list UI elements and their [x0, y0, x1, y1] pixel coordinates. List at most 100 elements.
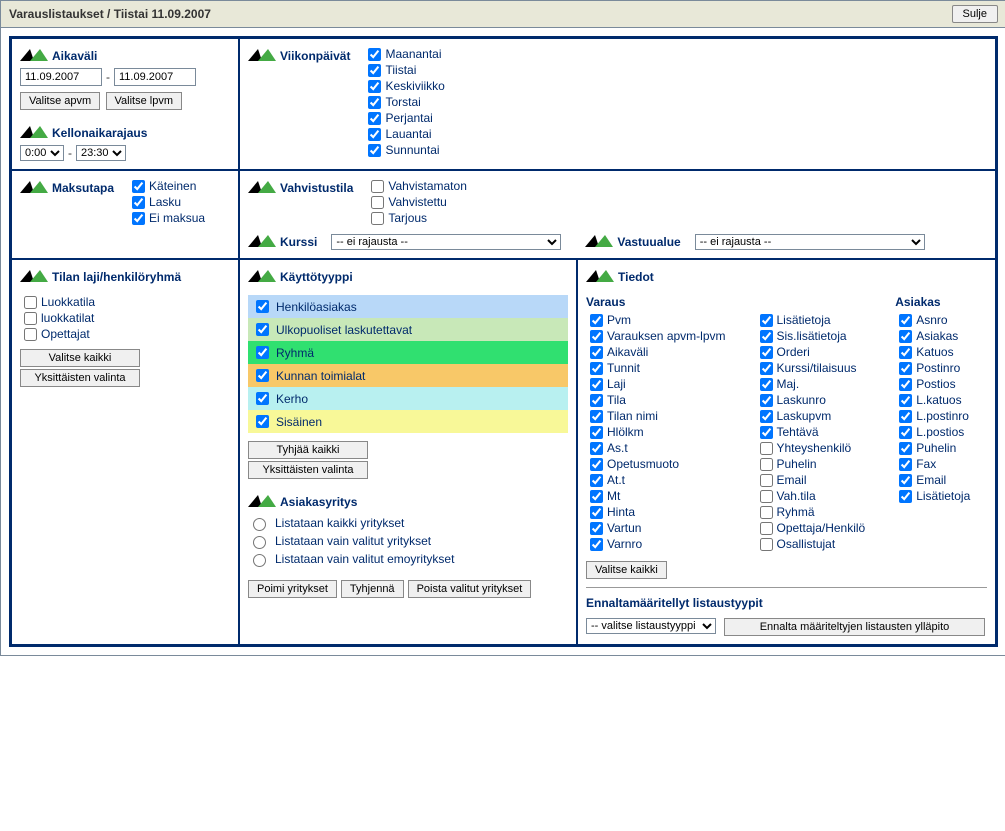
checkbox[interactable] [256, 415, 269, 428]
checkbox-row[interactable]: Fax [899, 457, 970, 471]
checkbox[interactable] [760, 474, 773, 487]
checkbox[interactable] [590, 426, 603, 439]
checkbox-row[interactable]: Sisäinen [248, 410, 568, 433]
checkbox[interactable] [760, 442, 773, 455]
checkbox-row[interactable]: Tunnit [590, 361, 726, 375]
checkbox-row[interactable]: Ryhmä [760, 505, 866, 519]
checkbox-row[interactable]: Ryhmä [248, 341, 568, 364]
checkbox-row[interactable]: Lauantai [368, 127, 444, 141]
checkbox[interactable] [590, 394, 603, 407]
poimi-yritykset-button[interactable]: Poimi yritykset [248, 580, 337, 598]
checkbox[interactable] [368, 48, 381, 61]
checkbox[interactable] [256, 300, 269, 313]
checkbox-row[interactable]: At.t [590, 473, 726, 487]
checkbox[interactable] [132, 180, 145, 193]
radio-row[interactable]: Listataan kaikki yritykset [248, 514, 568, 532]
checkbox[interactable] [760, 538, 773, 551]
checkbox[interactable] [256, 369, 269, 382]
date-from-input[interactable] [20, 68, 102, 86]
checkbox[interactable] [368, 144, 381, 157]
checkbox[interactable] [368, 64, 381, 77]
checkbox[interactable] [590, 506, 603, 519]
checkbox-row[interactable]: Maj. [760, 377, 866, 391]
checkbox-row[interactable]: Email [760, 473, 866, 487]
checkbox[interactable] [590, 378, 603, 391]
checkbox[interactable] [368, 128, 381, 141]
checkbox-row[interactable]: Kunnan toimialat [248, 364, 568, 387]
checkbox-row[interactable]: Katuos [899, 345, 970, 359]
checkbox[interactable] [590, 538, 603, 551]
checkbox-row[interactable]: Ei maksua [132, 211, 205, 225]
checkbox-row[interactable]: Ulkopuoliset laskutettavat [248, 318, 568, 341]
checkbox[interactable] [760, 330, 773, 343]
checkbox-row[interactable]: Tilan nimi [590, 409, 726, 423]
valitse-lpvm-button[interactable]: Valitse lpvm [106, 92, 182, 110]
predef-yllapito-button[interactable]: Ennalta määriteltyjen listausten ylläpit… [724, 618, 985, 636]
radio-row[interactable]: Listataan vain valitut emoyritykset [248, 550, 568, 568]
checkbox-row[interactable]: Vartun [590, 521, 726, 535]
checkbox[interactable] [760, 346, 773, 359]
checkbox[interactable] [368, 80, 381, 93]
time-from-select[interactable]: 0:00 [20, 145, 64, 161]
checkbox[interactable] [368, 112, 381, 125]
radio[interactable] [253, 536, 266, 549]
checkbox-row[interactable]: Opetusmuoto [590, 457, 726, 471]
kurssi-select[interactable]: -- ei rajausta -- [331, 234, 561, 250]
time-to-select[interactable]: 23:30 [76, 145, 126, 161]
checkbox-row[interactable]: Tila [590, 393, 726, 407]
checkbox-row[interactable]: Pvm [590, 313, 726, 327]
checkbox[interactable] [590, 330, 603, 343]
checkbox-row[interactable]: Perjantai [368, 111, 444, 125]
checkbox[interactable] [760, 522, 773, 535]
checkbox-row[interactable]: L.postinro [899, 409, 970, 423]
checkbox-row[interactable]: Aikaväli [590, 345, 726, 359]
checkbox-row[interactable]: Vah.tila [760, 489, 866, 503]
checkbox[interactable] [899, 330, 912, 343]
checkbox-row[interactable]: Varauksen apvm-lpvm [590, 329, 726, 343]
checkbox[interactable] [590, 362, 603, 375]
checkbox-row[interactable]: Asnro [899, 313, 970, 327]
radio-row[interactable]: Listataan vain valitut yritykset [248, 532, 568, 550]
checkbox-row[interactable]: Keskiviikko [368, 79, 444, 93]
checkbox[interactable] [24, 328, 37, 341]
checkbox-row[interactable]: Luokkatila [24, 295, 230, 309]
checkbox[interactable] [368, 96, 381, 109]
checkbox[interactable] [899, 458, 912, 471]
checkbox-row[interactable]: Maanantai [368, 47, 444, 61]
listaustyyppi-select[interactable]: -- valitse listaustyyppi -- [586, 618, 716, 634]
checkbox-row[interactable]: L.postios [899, 425, 970, 439]
checkbox-row[interactable]: Tarjous [371, 211, 467, 225]
checkbox[interactable] [371, 212, 384, 225]
checkbox[interactable] [590, 474, 603, 487]
checkbox[interactable] [899, 490, 912, 503]
checkbox[interactable] [132, 212, 145, 225]
checkbox[interactable] [590, 410, 603, 423]
checkbox-row[interactable]: Opettajat [24, 327, 230, 341]
checkbox-row[interactable]: Laskupvm [760, 409, 866, 423]
checkbox-row[interactable]: L.katuos [899, 393, 970, 407]
checkbox-row[interactable]: Hinta [590, 505, 726, 519]
checkbox-row[interactable]: Varnro [590, 537, 726, 551]
checkbox[interactable] [590, 442, 603, 455]
checkbox[interactable] [899, 442, 912, 455]
checkbox-row[interactable]: Yhteyshenkilö [760, 441, 866, 455]
checkbox[interactable] [760, 378, 773, 391]
checkbox-row[interactable]: Puhelin [899, 441, 970, 455]
checkbox-row[interactable]: Tehtävä [760, 425, 866, 439]
checkbox-row[interactable]: Hlölkm [590, 425, 726, 439]
valitse-apvm-button[interactable]: Valitse apvm [20, 92, 100, 110]
checkbox-row[interactable]: Kurssi/tilaisuus [760, 361, 866, 375]
checkbox-row[interactable]: Asiakas [899, 329, 970, 343]
checkbox[interactable] [590, 458, 603, 471]
checkbox[interactable] [24, 296, 37, 309]
checkbox-row[interactable]: Postios [899, 377, 970, 391]
checkbox[interactable] [760, 426, 773, 439]
checkbox[interactable] [899, 346, 912, 359]
checkbox[interactable] [590, 346, 603, 359]
checkbox[interactable] [24, 312, 37, 325]
checkbox[interactable] [132, 196, 145, 209]
checkbox[interactable] [899, 362, 912, 375]
checkbox[interactable] [760, 506, 773, 519]
checkbox[interactable] [899, 314, 912, 327]
checkbox-row[interactable]: Laji [590, 377, 726, 391]
